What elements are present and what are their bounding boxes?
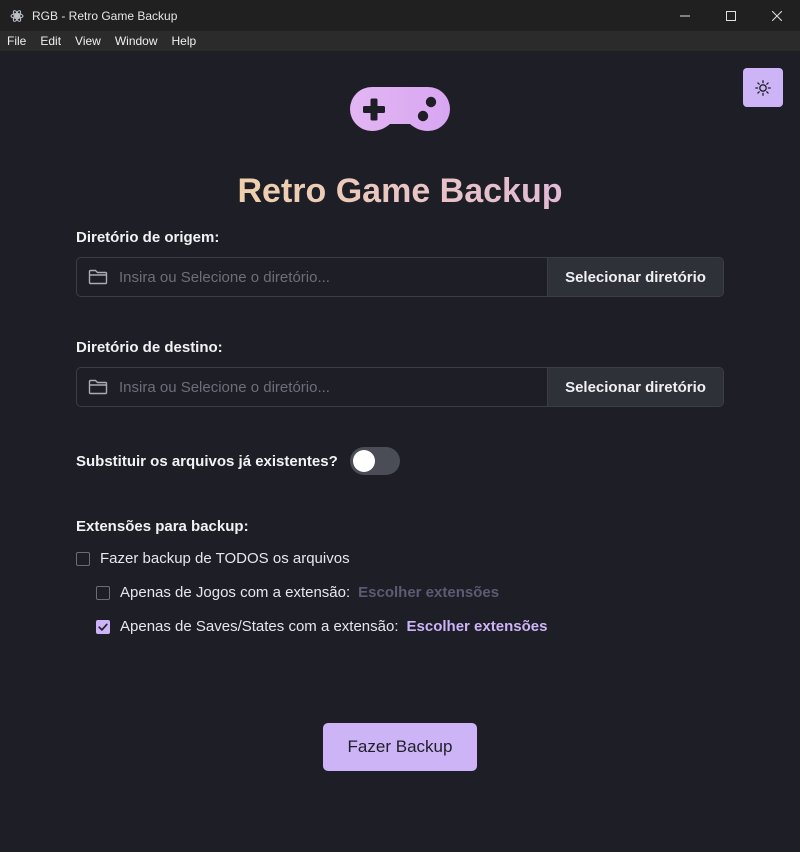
source-dir-input[interactable] bbox=[117, 258, 547, 296]
theme-toggle-button[interactable] bbox=[743, 68, 783, 107]
source-dir-label: Diretório de origem: bbox=[76, 229, 220, 246]
sun-icon bbox=[755, 79, 771, 96]
menu-help[interactable]: Help bbox=[165, 34, 204, 48]
extensions-label: Extensões para backup: bbox=[76, 518, 249, 535]
minimize-icon bbox=[680, 15, 690, 16]
title-bar: RGB - Retro Game Backup bbox=[0, 0, 800, 31]
folder-icon bbox=[77, 258, 117, 296]
menu-file[interactable]: File bbox=[0, 34, 33, 48]
games-checkbox[interactable] bbox=[96, 585, 110, 600]
all-files-label: Fazer backup de TODOS os arquivos bbox=[100, 550, 350, 567]
all-files-checkbox[interactable] bbox=[76, 551, 90, 566]
maximize-button[interactable] bbox=[708, 0, 754, 31]
source-select-button[interactable]: Selecionar diretório bbox=[547, 258, 723, 296]
saves-option: Apenas de Saves/States com a extensão: E… bbox=[96, 618, 547, 635]
destination-dir-label: Diretório de destino: bbox=[76, 339, 223, 356]
overwrite-label: Substituir os arquivos já existentes? bbox=[76, 452, 338, 470]
checkmark-icon bbox=[98, 623, 108, 631]
window-title: RGB - Retro Game Backup bbox=[32, 8, 178, 23]
games-choose-extensions-link[interactable]: Escolher extensões bbox=[358, 584, 499, 601]
menu-bar: File Edit View Window Help bbox=[0, 31, 800, 51]
overwrite-toggle[interactable] bbox=[349, 447, 400, 475]
menu-window[interactable]: Window bbox=[108, 34, 165, 48]
folder-icon bbox=[77, 368, 117, 406]
close-icon bbox=[772, 10, 782, 21]
games-label: Apenas de Jogos com a extensão: bbox=[120, 584, 351, 601]
app-title: Retro Game Backup bbox=[0, 172, 800, 211]
close-button[interactable] bbox=[754, 0, 800, 31]
maximize-icon bbox=[726, 10, 736, 21]
app-icon bbox=[10, 9, 24, 23]
all-files-option: Fazer backup de TODOS os arquivos bbox=[76, 550, 350, 567]
destination-select-button[interactable]: Selecionar diretório bbox=[547, 368, 723, 406]
menu-view[interactable]: View bbox=[68, 34, 108, 48]
minimize-button[interactable] bbox=[662, 0, 708, 31]
gamepad-icon bbox=[348, 84, 452, 138]
backup-button[interactable]: Fazer Backup bbox=[323, 723, 477, 771]
destination-dir-row: Selecionar diretório bbox=[76, 367, 724, 407]
saves-choose-extensions-link[interactable]: Escolher extensões bbox=[407, 618, 548, 635]
saves-label: Apenas de Saves/States com a extensão: bbox=[120, 618, 399, 635]
overwrite-row: Substituir os arquivos já existentes? bbox=[76, 447, 400, 475]
games-option: Apenas de Jogos com a extensão: Escolher… bbox=[96, 584, 499, 601]
destination-dir-input[interactable] bbox=[117, 368, 547, 406]
menu-edit[interactable]: Edit bbox=[33, 34, 68, 48]
toggle-knob bbox=[352, 450, 375, 472]
source-dir-row: Selecionar diretório bbox=[76, 257, 724, 297]
saves-checkbox[interactable] bbox=[96, 619, 110, 634]
